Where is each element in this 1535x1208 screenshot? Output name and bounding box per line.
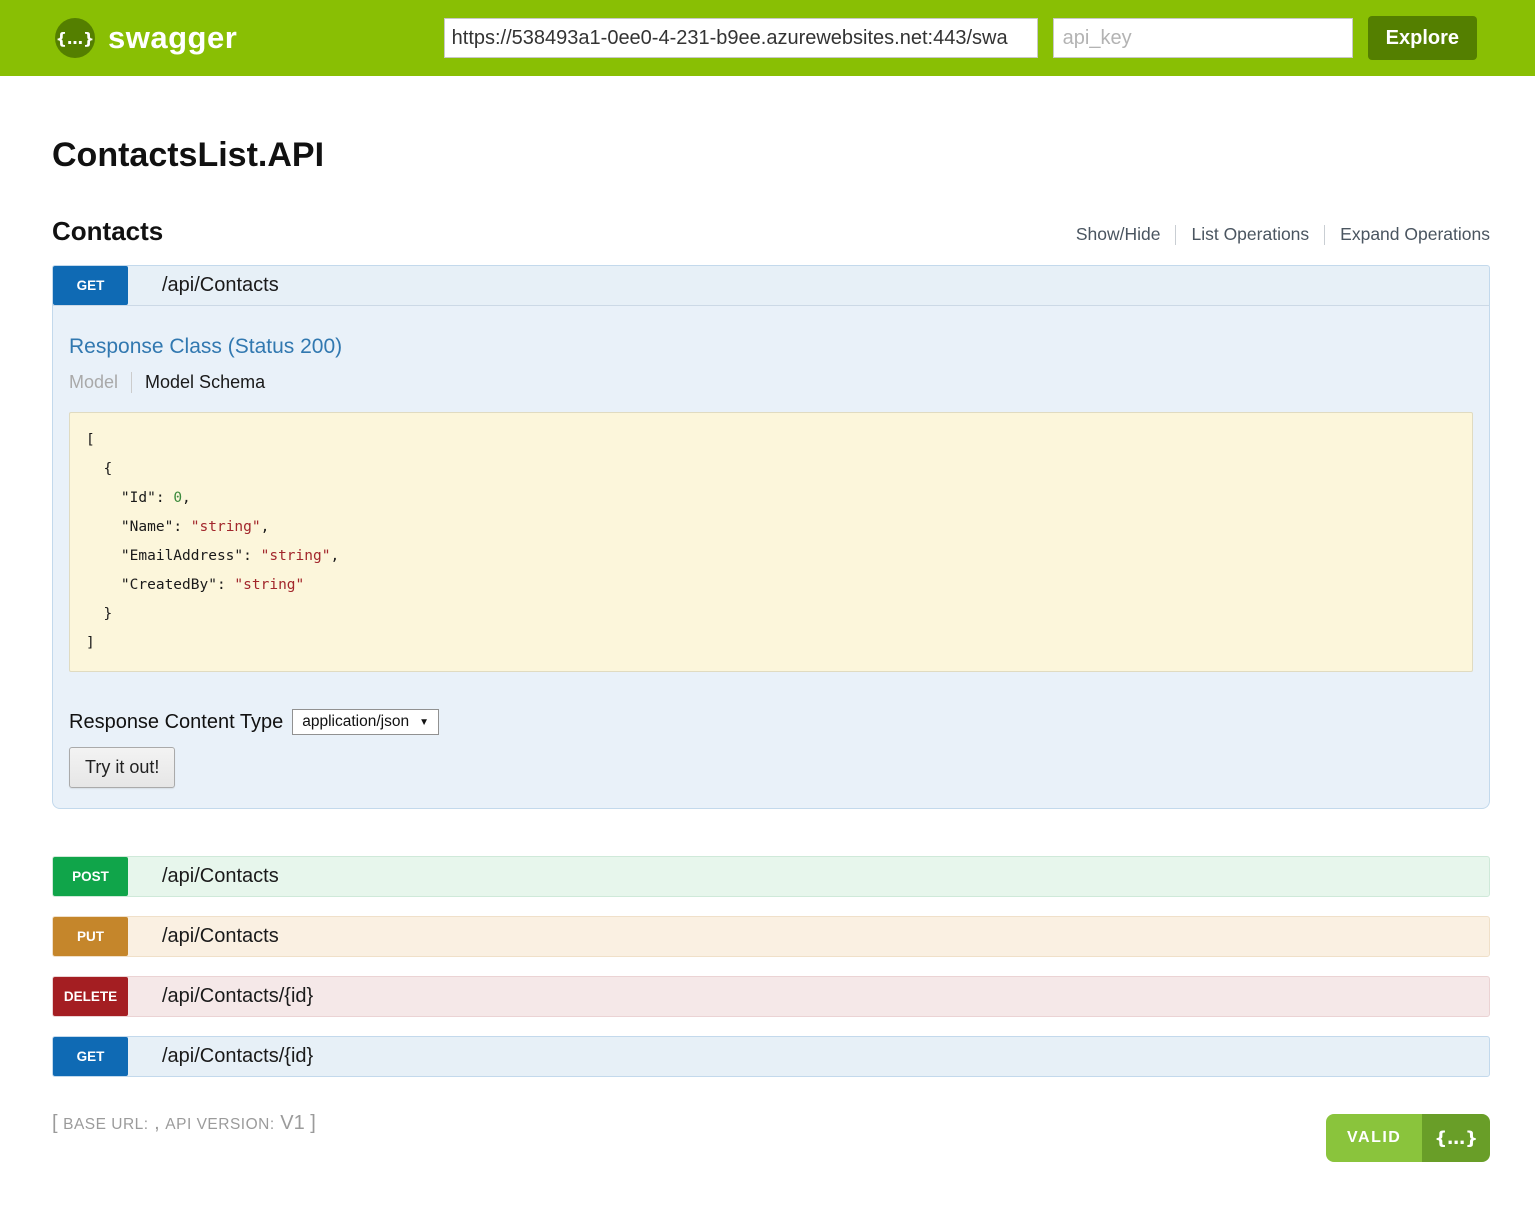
operation-path[interactable]: /api/Contacts/{id} bbox=[128, 1037, 313, 1076]
response-content-type-select[interactable]: application/json ▼ bbox=[292, 709, 439, 735]
footer-bracket: ] bbox=[310, 1112, 316, 1134]
swagger-logo[interactable]: {…} swagger bbox=[55, 18, 237, 58]
operation-header-get-contacts-id[interactable]: GET /api/Contacts/{id} bbox=[52, 1036, 1490, 1077]
response-content-type-label: Response Content Type bbox=[69, 711, 283, 734]
validator-brackets-icon: {…} bbox=[1422, 1114, 1490, 1162]
explore-button[interactable]: Explore bbox=[1368, 16, 1477, 60]
operation-path[interactable]: /api/Contacts/{id} bbox=[128, 977, 313, 1016]
link-divider bbox=[1175, 225, 1176, 245]
link-divider bbox=[1324, 225, 1325, 245]
page-title: ContactsList.API bbox=[52, 135, 1490, 175]
operation-get-contacts-id: GET /api/Contacts/{id} bbox=[52, 1036, 1490, 1077]
operation-get-contacts: GET /api/Contacts Response Class (Status… bbox=[52, 265, 1490, 809]
operation-path[interactable]: /api/Contacts bbox=[128, 266, 279, 305]
resource-header: Contacts Show/Hide List Operations Expan… bbox=[52, 216, 1490, 247]
operation-header-put-contacts[interactable]: PUT /api/Contacts bbox=[52, 916, 1490, 957]
operation-header-delete-contacts-id[interactable]: DELETE /api/Contacts/{id} bbox=[52, 976, 1490, 1017]
operation-path[interactable]: /api/Contacts bbox=[128, 857, 279, 896]
model-tabs: Model Model Schema bbox=[69, 372, 1473, 393]
footer-comma: , bbox=[154, 1112, 160, 1134]
operation-post-contacts: POST /api/Contacts bbox=[52, 856, 1490, 897]
method-badge-post: POST bbox=[53, 857, 128, 896]
dropdown-arrow-icon: ▼ bbox=[419, 717, 429, 728]
valid-label: VALID bbox=[1326, 1114, 1422, 1162]
response-class-heading: Response Class (Status 200) bbox=[69, 333, 1473, 361]
operation-path[interactable]: /api/Contacts bbox=[128, 917, 279, 956]
operation-delete-contacts-id: DELETE /api/Contacts/{id} bbox=[52, 976, 1490, 1017]
main-content: ContactsList.API Contacts Show/Hide List… bbox=[0, 135, 1535, 1135]
validator-badge[interactable]: VALID {…} bbox=[1326, 1114, 1490, 1162]
method-badge-put: PUT bbox=[53, 917, 128, 956]
header-bar: {…} swagger Explore bbox=[0, 0, 1535, 76]
selected-content-type: application/json bbox=[302, 713, 409, 731]
list-operations-link[interactable]: List Operations bbox=[1191, 224, 1309, 245]
tab-model-schema[interactable]: Model Schema bbox=[132, 372, 265, 393]
api-key-input[interactable] bbox=[1053, 18, 1353, 58]
operation-put-contacts: PUT /api/Contacts bbox=[52, 916, 1490, 957]
method-badge-get: GET bbox=[53, 266, 128, 305]
response-content-type-row: Response Content Type application/json ▼ bbox=[69, 709, 1473, 735]
operation-body: Response Class (Status 200) Model Model … bbox=[52, 306, 1490, 809]
api-footer: [ BASE URL: , API VERSION: v1 ] bbox=[52, 1112, 1490, 1135]
expand-operations-link[interactable]: Expand Operations bbox=[1340, 224, 1490, 245]
brand-name: swagger bbox=[108, 20, 237, 56]
resource-title: Contacts bbox=[52, 216, 163, 247]
footer-bracket: [ bbox=[52, 1112, 58, 1134]
operation-header-post-contacts[interactable]: POST /api/Contacts bbox=[52, 856, 1490, 897]
swagger-brackets-icon: {…} bbox=[55, 18, 95, 58]
method-badge-get: GET bbox=[53, 1037, 128, 1076]
tab-model[interactable]: Model bbox=[69, 372, 132, 393]
api-version-value: v1 bbox=[280, 1112, 304, 1134]
resource-links: Show/Hide List Operations Expand Operati… bbox=[1076, 224, 1490, 245]
api-version-label: API VERSION: bbox=[165, 1116, 274, 1133]
method-badge-delete: DELETE bbox=[53, 977, 128, 1016]
base-url-input[interactable] bbox=[444, 18, 1038, 58]
base-url-label: BASE URL: bbox=[63, 1116, 148, 1133]
show-hide-link[interactable]: Show/Hide bbox=[1076, 224, 1161, 245]
operation-header-get-contacts[interactable]: GET /api/Contacts bbox=[52, 265, 1490, 306]
model-schema-code: [ { "Id": 0, "Name": "string", "EmailAdd… bbox=[69, 412, 1473, 672]
try-it-out-button[interactable]: Try it out! bbox=[69, 747, 175, 788]
